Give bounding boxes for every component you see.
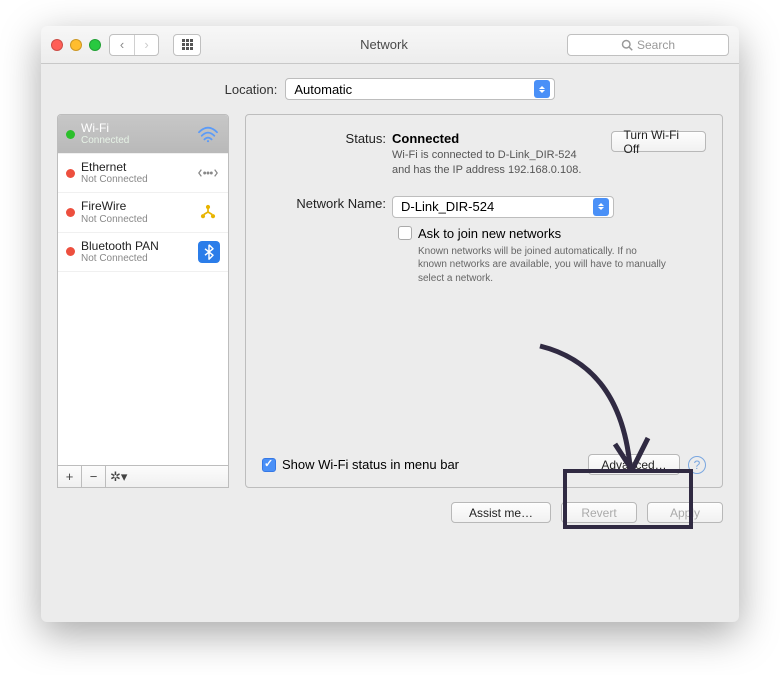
sidebar-item-ethernet[interactable]: Ethernet Not Connected: [58, 154, 228, 193]
status-dot-icon: [66, 130, 75, 139]
status-dot-icon: [66, 208, 75, 217]
location-select[interactable]: Automatic: [285, 78, 555, 100]
chevron-updown-icon: [593, 198, 609, 216]
interface-status: Connected: [81, 135, 190, 146]
status-dot-icon: [66, 247, 75, 256]
wifi-icon: [196, 123, 220, 145]
detail-panel: Status: Connected Wi-Fi is connected to …: [245, 114, 723, 488]
main-area: Wi-Fi Connected Ethernet Not Connected: [57, 114, 723, 488]
network-name-label: Network Name:: [262, 196, 392, 218]
interface-name: Bluetooth PAN: [81, 240, 192, 253]
status-label: Status:: [262, 131, 392, 178]
advanced-button[interactable]: Advanced…: [588, 454, 680, 475]
sidebar-item-firewire[interactable]: FireWire Not Connected: [58, 193, 228, 232]
ask-to-join-label: Ask to join new networks: [418, 226, 668, 241]
bluetooth-icon: [198, 241, 220, 263]
interface-status: Not Connected: [81, 174, 190, 185]
minimize-icon[interactable]: [70, 39, 82, 51]
status-dot-icon: [66, 169, 75, 178]
revert-button[interactable]: Revert: [561, 502, 637, 523]
search-field[interactable]: Search: [567, 34, 729, 56]
interface-name: Ethernet: [81, 161, 190, 174]
content-area: Location: Automatic Wi-Fi Connected: [41, 64, 739, 537]
add-interface-button[interactable]: +: [58, 466, 82, 487]
sidebar-item-bluetooth[interactable]: Bluetooth PAN Not Connected: [58, 233, 228, 272]
assist-me-button[interactable]: Assist me…: [451, 502, 551, 523]
network-name-value: D-Link_DIR-524: [401, 199, 494, 214]
ask-to-join-description: Known networks will be joined automatica…: [418, 245, 668, 286]
window-controls: [51, 39, 101, 51]
interface-status: Not Connected: [81, 214, 190, 225]
sidebar-container: Wi-Fi Connected Ethernet Not Connected: [57, 114, 229, 488]
network-preferences-window: ‹ › Network Search Location: Automatic: [41, 26, 739, 622]
show-status-checkbox[interactable]: [262, 458, 276, 472]
interface-actions-button[interactable]: ✲▾: [106, 466, 228, 487]
footer-buttons: Assist me… Revert Apply: [57, 502, 723, 523]
show-status-label: Show Wi-Fi status in menu bar: [282, 457, 459, 472]
location-label: Location:: [225, 82, 278, 97]
forward-button[interactable]: ›: [134, 35, 158, 55]
firewire-icon: [196, 201, 220, 223]
apply-button[interactable]: Apply: [647, 502, 723, 523]
zoom-icon[interactable]: [89, 39, 101, 51]
location-row: Location: Automatic: [57, 78, 723, 100]
help-button[interactable]: ?: [688, 456, 706, 474]
interface-list: Wi-Fi Connected Ethernet Not Connected: [57, 114, 229, 466]
status-value: Connected: [392, 131, 459, 146]
interface-name: FireWire: [81, 200, 190, 213]
search-placeholder: Search: [637, 38, 675, 52]
search-icon: [621, 39, 633, 51]
nav-back-forward: ‹ ›: [109, 34, 159, 56]
turn-wifi-off-button[interactable]: Turn Wi-Fi Off: [611, 131, 706, 152]
back-button[interactable]: ‹: [110, 35, 134, 55]
ethernet-icon: [196, 162, 220, 184]
sidebar-item-wifi[interactable]: Wi-Fi Connected: [58, 115, 228, 154]
sidebar-tools: + − ✲▾: [57, 466, 229, 488]
window-title: Network: [209, 37, 559, 52]
ask-to-join-checkbox[interactable]: [398, 226, 412, 240]
remove-interface-button[interactable]: −: [82, 466, 106, 487]
status-description: Wi-Fi is connected to D-Link_DIR-524 and…: [392, 148, 591, 178]
titlebar: ‹ › Network Search: [41, 26, 739, 64]
gear-icon: ✲▾: [110, 469, 127, 485]
chevron-updown-icon: [534, 80, 550, 98]
grid-icon: [182, 39, 193, 51]
interface-name: Wi-Fi: [81, 122, 190, 135]
interface-status: Not Connected: [81, 253, 192, 264]
network-name-select[interactable]: D-Link_DIR-524: [392, 196, 614, 218]
close-icon[interactable]: [51, 39, 63, 51]
location-value: Automatic: [294, 82, 352, 97]
show-all-button[interactable]: [173, 34, 201, 56]
